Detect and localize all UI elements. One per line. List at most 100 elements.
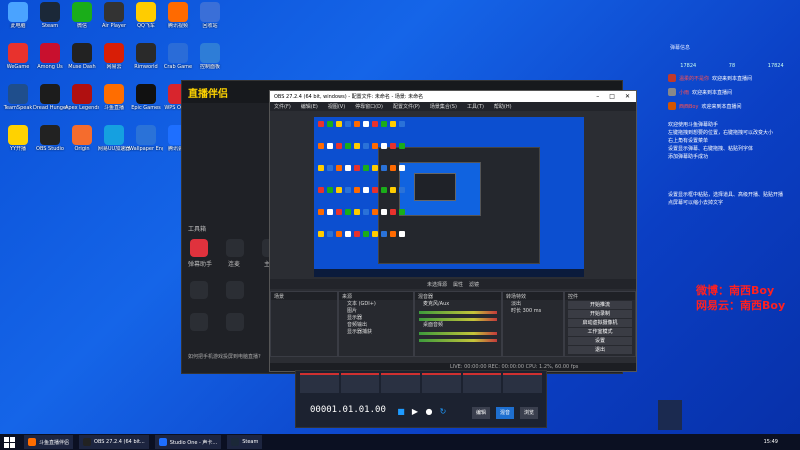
desktop-icon[interactable]: 微信	[65, 2, 99, 29]
edit-button[interactable]: 编辑	[472, 407, 490, 419]
system-tray-popup[interactable]	[658, 400, 682, 430]
danmaku-tool-icon[interactable]	[190, 239, 208, 257]
helper-hint-link[interactable]: 如何把手机游戏投屏到电脑直播?	[188, 353, 261, 360]
tool-icon-5[interactable]	[226, 281, 244, 299]
minimize-icon[interactable]: –	[596, 93, 599, 100]
desktop-icon[interactable]: TeamSpeak	[1, 84, 35, 111]
mic-link-tool-icon[interactable]	[226, 239, 244, 257]
tool-icon-4[interactable]	[190, 281, 208, 299]
stop-icon[interactable]: ■	[396, 407, 406, 417]
transitions-dock[interactable]: 转场特效 淡出 时长 300 ms	[502, 291, 564, 357]
studio-mode-button[interactable]: 工作室模式	[568, 328, 632, 336]
taskbar-item[interactable]: OBS 27.2.4 (64 bit...	[79, 435, 149, 449]
settings-button[interactable]: 设置	[568, 337, 632, 345]
desktop-icon[interactable]: 网易云	[97, 43, 131, 70]
browse-button[interactable]: 浏览	[520, 407, 538, 419]
desktop-icon[interactable]: Crab Game	[161, 43, 195, 70]
danmaku-panel[interactable]: 弹幕信息 17824 78 17824 温柔的不是你 欢迎来到本直播间 小雨 欢…	[664, 44, 800, 434]
desktop-icon[interactable]: OBS Studio	[33, 125, 67, 152]
menu-profile[interactable]: 配置文件(P)	[393, 103, 420, 110]
desktop-icon[interactable]: Epic Games	[129, 84, 163, 111]
channel-strip[interactable]	[462, 373, 502, 393]
menu-scene-collection[interactable]: 场景集合(S)	[430, 103, 457, 110]
desktop-icon[interactable]: Wallpaper Engine	[129, 125, 163, 152]
properties-button[interactable]: 属性	[453, 281, 463, 288]
start-streaming-button[interactable]: 开始推流	[568, 301, 632, 309]
source-item[interactable]: 显示器	[339, 314, 413, 321]
desktop-icon-label: Origin	[74, 146, 90, 152]
preview-desktop-icon	[363, 187, 369, 193]
obs-window[interactable]: OBS 27.2.4 (64 bit, windows) - 配置文件: 未命名…	[269, 90, 637, 372]
menu-tools[interactable]: 工具(T)	[467, 103, 484, 110]
virtual-camera-button[interactable]: 启动虚拟摄像机	[568, 319, 632, 327]
taskbar-clock[interactable]: 15:49	[764, 439, 778, 445]
filters-button[interactable]: 滤镜	[469, 281, 479, 288]
studio-one-window[interactable]: 00001.01.01.00 ■ ▶ ● ↻ 编辑 混音 浏览	[295, 370, 547, 428]
desktop-icon[interactable]: 网易UU加速器	[97, 125, 131, 152]
scenes-dock[interactable]: 场景	[270, 291, 338, 357]
record-icon[interactable]: ●	[424, 407, 434, 417]
desktop-icon[interactable]: Air Player	[97, 2, 131, 29]
preview-desktop-icon	[399, 231, 405, 237]
desktop-icon[interactable]: 斗鱼直播	[97, 84, 131, 111]
desktop-icon-label: WeGame	[6, 64, 30, 70]
mix-button[interactable]: 混音	[496, 407, 514, 419]
taskbar-item[interactable]: 斗鱼直播伴侣	[24, 435, 74, 449]
transition-type[interactable]: 淡出	[503, 300, 563, 307]
duration-value[interactable]: 300 ms	[523, 308, 542, 314]
preview-desktop-icon	[399, 209, 405, 215]
user-badge-icon	[668, 88, 676, 96]
start-recording-button[interactable]: 开始录制	[568, 310, 632, 318]
channel-strip[interactable]	[300, 373, 339, 393]
obs-titlebar[interactable]: OBS 27.2.4 (64 bit, windows) - 配置文件: 未命名…	[270, 91, 636, 102]
mixer-dock[interactable]: 混音器 麦克风/Aux 桌面音频	[414, 291, 502, 357]
channel-strip[interactable]	[503, 373, 543, 393]
tool-icon-7[interactable]	[226, 313, 244, 331]
source-item[interactable]: 音频输出	[339, 321, 413, 328]
desktop-icon[interactable]: Steam	[33, 2, 67, 29]
tool-icon-6[interactable]	[190, 313, 208, 331]
channel-strip[interactable]	[422, 373, 461, 393]
desktop-icon[interactable]: YY开播	[1, 125, 35, 152]
loop-icon[interactable]: ↻	[438, 407, 448, 417]
menu-docks[interactable]: 停靠窗口(D)	[355, 103, 383, 110]
app-icon	[40, 125, 60, 145]
desktop-icon-label: Apex Legends	[65, 105, 99, 111]
source-item[interactable]: 显示器捕获	[339, 328, 413, 335]
preview-desktop-icon	[372, 121, 378, 127]
desktop-icon[interactable]: Among Us	[33, 43, 67, 70]
desktop-icon[interactable]: WeGame	[1, 43, 35, 70]
sources-dock[interactable]: 来源 文本 (GDI+) 图片 显示器 音频输出 显示器捕获	[338, 291, 414, 357]
close-icon[interactable]: ✕	[625, 93, 630, 100]
maximize-icon[interactable]: □	[609, 93, 615, 100]
menu-edit[interactable]: 编辑(E)	[301, 103, 318, 110]
channel-strip[interactable]	[381, 373, 421, 393]
play-icon[interactable]: ▶	[410, 407, 420, 417]
desktop-icon[interactable]: Rimworld	[129, 43, 163, 70]
desktop-icon[interactable]: QQ飞车	[129, 2, 163, 29]
menu-file[interactable]: 文件(F)	[274, 103, 291, 110]
taskbar-item[interactable]: Steam	[227, 435, 263, 449]
preview-desktop-icon	[354, 121, 360, 127]
desktop-icon[interactable]: 腾讯视频	[161, 2, 195, 29]
desktop-icon[interactable]: 控制面板	[193, 43, 227, 70]
desktop-icon[interactable]: Muse Dash	[65, 43, 99, 70]
preview-desktop-icon	[399, 121, 405, 127]
source-item[interactable]: 图片	[339, 307, 413, 314]
controls-dock[interactable]: 控件 开始推流 开始录制 启动虚拟摄像机 工作室模式 设置 退出	[564, 291, 636, 357]
preview-desktop-icon	[318, 121, 324, 127]
exit-button[interactable]: 退出	[568, 346, 632, 354]
desktop-icon-label: 回收站	[202, 23, 218, 29]
source-item[interactable]: 文本 (GDI+)	[339, 300, 413, 307]
menu-help[interactable]: 帮助(H)	[494, 103, 512, 110]
menu-view[interactable]: 视图(V)	[328, 103, 345, 110]
desktop-icon[interactable]: Origin	[65, 125, 99, 152]
desktop-icon[interactable]: 此电脑	[1, 2, 35, 29]
desktop-icon[interactable]: Apex Legends	[65, 84, 99, 111]
desktop-icon[interactable]: 回收站	[193, 2, 227, 29]
channel-strip[interactable]	[340, 373, 380, 393]
start-icon[interactable]	[4, 435, 18, 449]
obs-preview[interactable]	[314, 117, 584, 277]
desktop-icon[interactable]: Dread Hunger	[33, 84, 67, 111]
taskbar-item[interactable]: Studio One - 声卡...	[154, 435, 222, 449]
